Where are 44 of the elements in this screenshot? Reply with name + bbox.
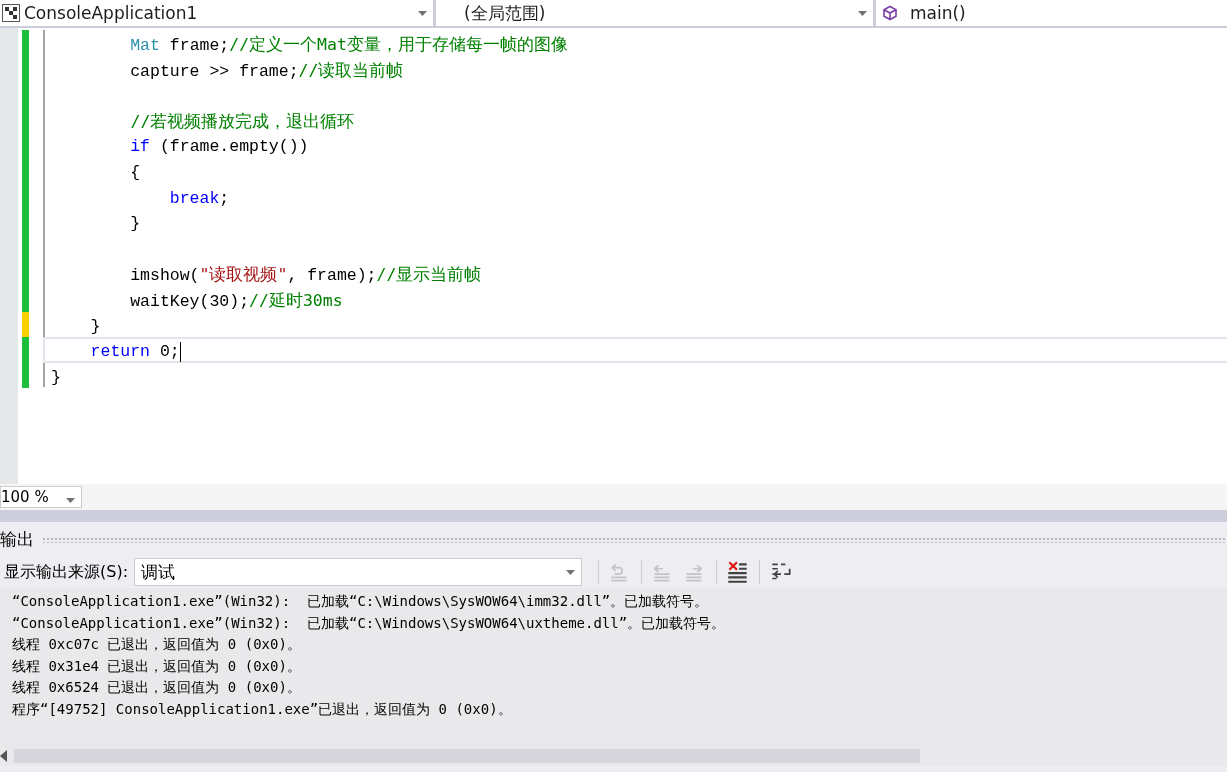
- code-token: {: [129, 162, 141, 182]
- member-dropdown[interactable]: main(): [876, 0, 1227, 26]
- code-token: }: [129, 214, 141, 234]
- code-token: //读取当前帧: [298, 60, 404, 80]
- output-line: “ConsoleApplication1.exe”(Win32): 已加载“C:\Windows\SysWOW64\uxtheme.dll”。已加载符号。: [12, 614, 726, 631]
- panel-splitter[interactable]: [0, 510, 1227, 522]
- code-token: return: [89, 342, 151, 362]
- code-token: //延时30ms: [249, 290, 343, 310]
- source-label: 显示输出来源(S):: [4, 561, 129, 583]
- dropdown-caret-icon: [858, 11, 867, 16]
- dropdown-caret-icon: [66, 498, 75, 503]
- code-token: imshow(: [129, 266, 200, 286]
- output-line: 线程 0x31e4 已退出，返回值为 0 (0x0)。: [12, 657, 301, 674]
- code-token: break: [168, 188, 220, 208]
- code-token: if: [129, 137, 151, 157]
- text-cursor: [179, 341, 181, 362]
- code-token: (frame.empty()): [158, 137, 309, 157]
- code-token: }: [51, 367, 61, 387]
- project-icon: [2, 4, 20, 22]
- zoom-dropdown[interactable]: 100 %: [0, 486, 82, 508]
- code-token: }: [89, 316, 101, 336]
- code-token: ;: [219, 188, 230, 208]
- scope-dropdown[interactable]: (全局范围): [436, 0, 873, 26]
- output-line: 线程 0xc07c 已退出，返回值为 0 (0x0)。: [12, 636, 301, 653]
- dropdown-caret-icon: [566, 570, 576, 575]
- code-token: 0;: [158, 342, 180, 362]
- panel-title: 输出: [0, 527, 34, 551]
- code-token: //若视频播放完成，退出循环: [129, 111, 355, 131]
- output-line: 线程 0x6524 已退出，返回值为 0 (0x0)。: [12, 679, 301, 696]
- source-dropdown[interactable]: 调试: [134, 558, 583, 586]
- project-dropdown[interactable]: ConsoleApplication1: [0, 0, 433, 26]
- code-token: frame;: [168, 36, 230, 55]
- code-token: //显示当前帧: [376, 265, 482, 285]
- code-token: capture >> frame;: [129, 61, 299, 81]
- cube-icon: [882, 5, 898, 21]
- output-line: 程序“[49752] ConsoleApplication1.exe”已退出，返回值为 0 (0x0)。: [12, 700, 512, 717]
- dropdown-caret-icon: [418, 11, 427, 16]
- code-token: //定义一个Mat变量，用于存储每一帧的图像: [229, 35, 568, 54]
- code-token: "读取视频": [199, 265, 288, 285]
- code-token: waitKey(30);: [129, 291, 250, 311]
- code-token: Mat: [129, 36, 160, 55]
- scroll-left-icon[interactable]: [0, 750, 8, 762]
- output-line: “ConsoleApplication1.exe”(Win32): 已加载“C:\Windows\SysWOW64\imm32.dll”。已加载符号。: [12, 593, 709, 609]
- code-token: , frame);: [287, 266, 377, 286]
